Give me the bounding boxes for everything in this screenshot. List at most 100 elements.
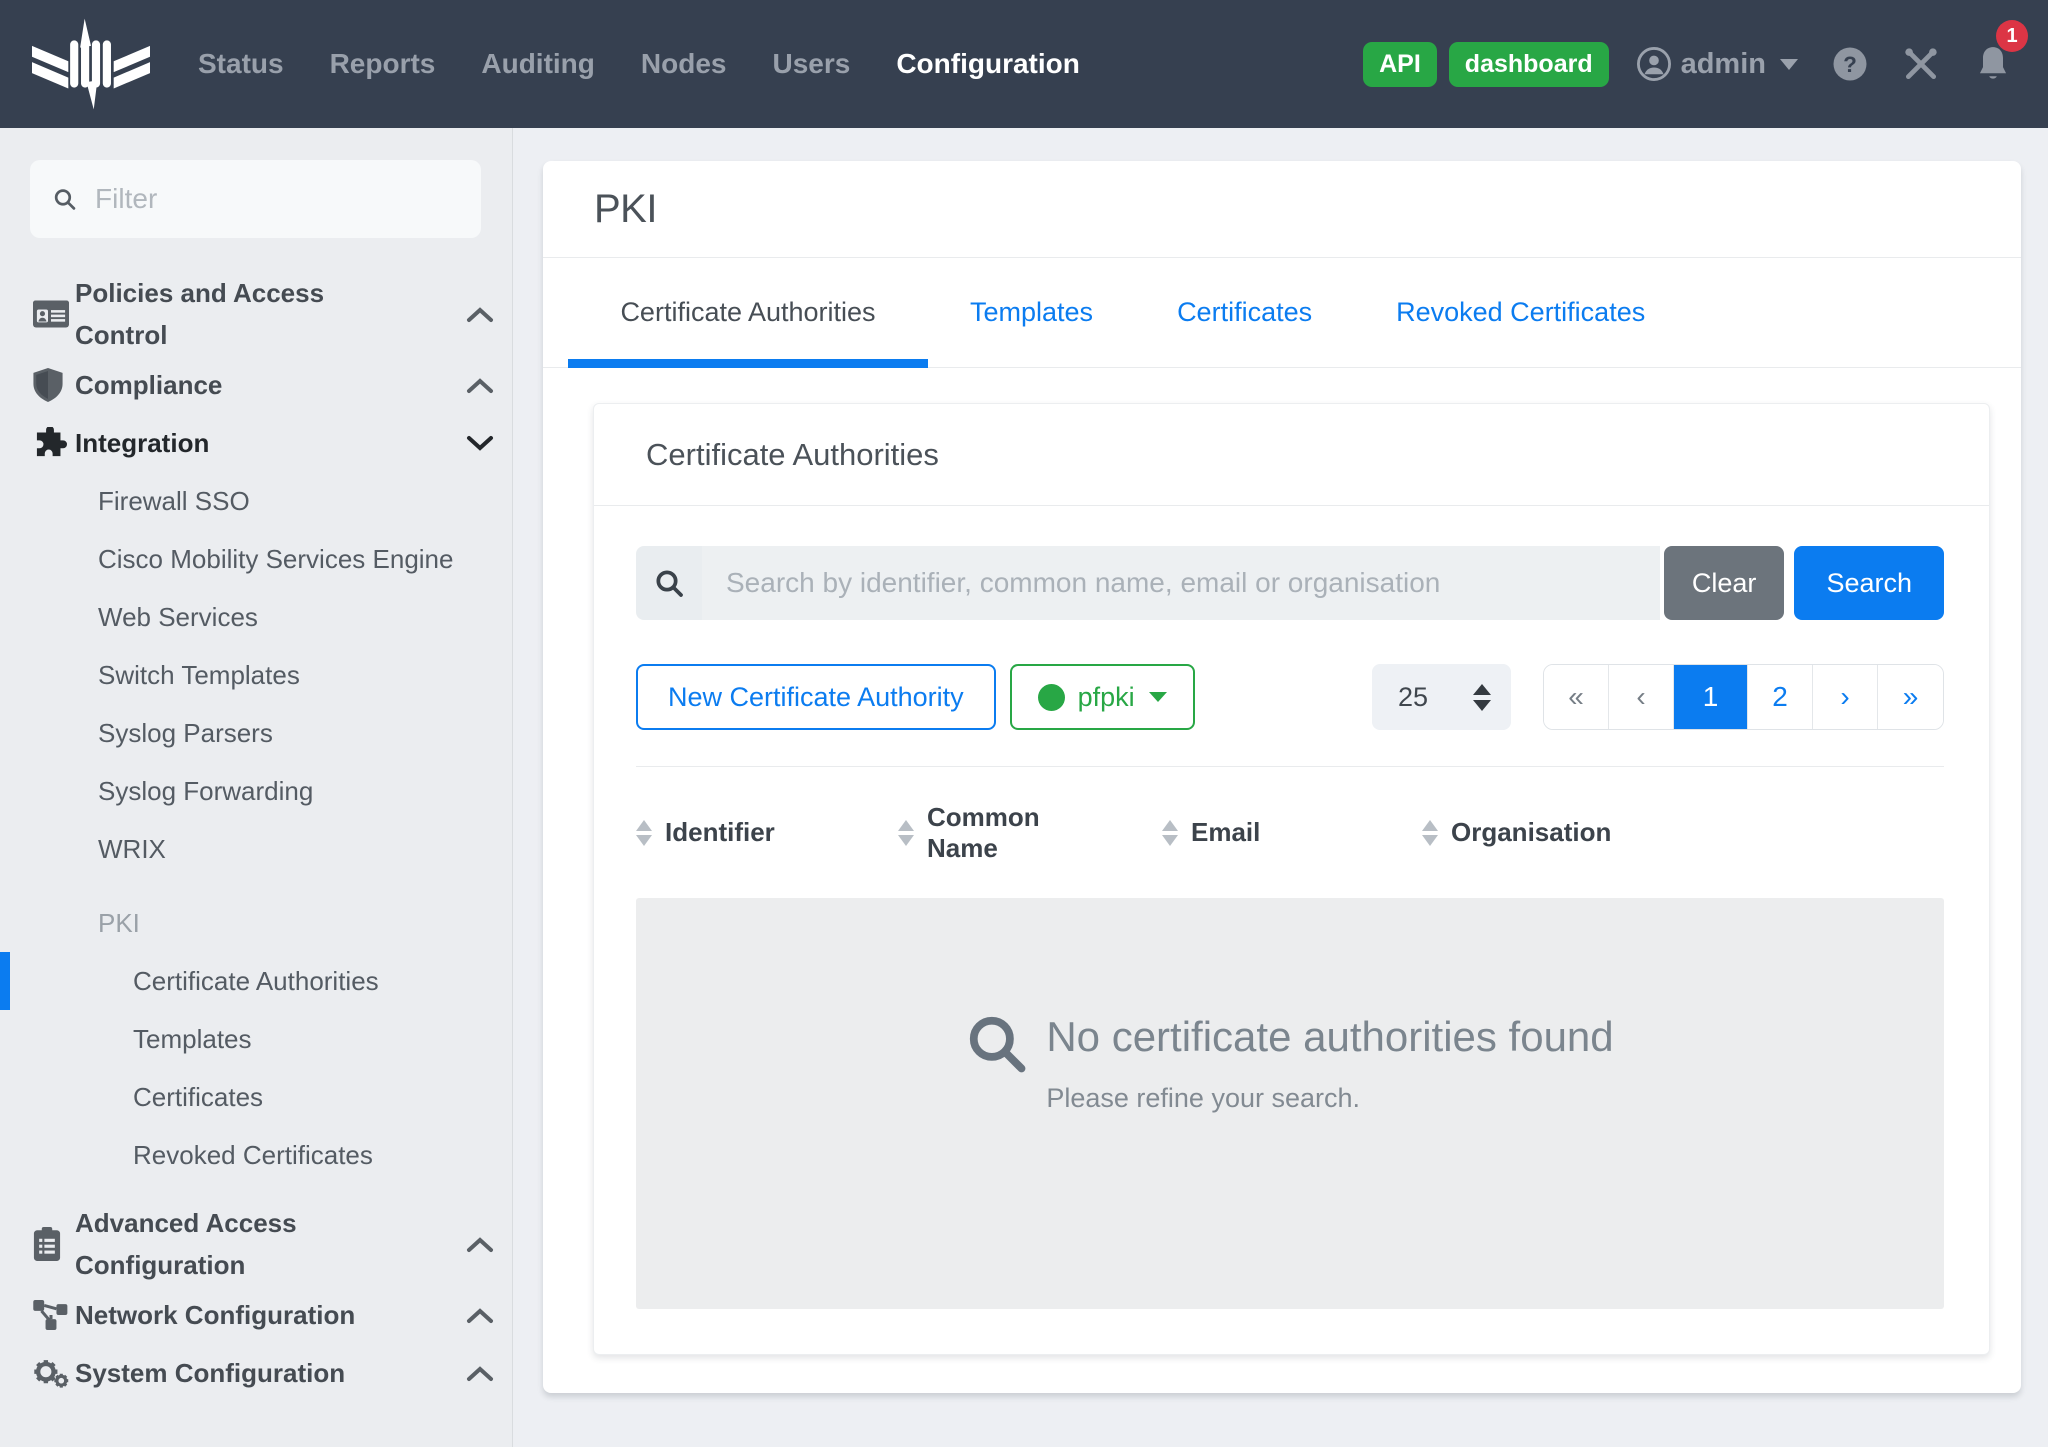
page-size-selector[interactable]: 25: [1372, 664, 1511, 730]
actions-row: New Certificate Authority pfpki 25: [636, 664, 1944, 730]
search-icon: [966, 1013, 1028, 1075]
empty-state-text: No certificate authorities found Please …: [1046, 1013, 1613, 1114]
chevron-down-icon: [1149, 692, 1167, 702]
user-menu[interactable]: admin: [1637, 47, 1798, 81]
search-icon: [653, 567, 685, 599]
empty-state: No certificate authorities found Please …: [636, 898, 1944, 1309]
sidebar-item-web-services[interactable]: Web Services: [0, 588, 512, 646]
search-input-group: [636, 546, 1660, 620]
new-certificate-authority-button[interactable]: New Certificate Authority: [636, 664, 996, 730]
pagination-first[interactable]: «: [1544, 665, 1609, 729]
sidebar-item-integration[interactable]: Integration: [0, 414, 512, 472]
sidebar-item-system-configuration[interactable]: System Configuration: [0, 1344, 512, 1402]
app: Status Reports Auditing Nodes Users Conf…: [0, 0, 2048, 1447]
svg-text:?: ?: [1843, 52, 1857, 77]
search-icon-box: [636, 546, 702, 620]
empty-state-content: No certificate authorities found Please …: [966, 1013, 1613, 1114]
shield-icon: [33, 368, 75, 402]
clear-button[interactable]: Clear: [1664, 546, 1785, 620]
column-header-identifier[interactable]: Identifier: [636, 817, 898, 848]
sidebar-group-pki[interactable]: PKI: [0, 894, 512, 952]
sidebar-item-label: Compliance: [75, 364, 236, 406]
content: Policies and Access Control Compliance: [0, 128, 2048, 1447]
username: admin: [1681, 48, 1766, 81]
sidebar-item-pki-certificates[interactable]: Certificates: [0, 1068, 512, 1126]
sidebar-item-label: Policies and Access Control: [75, 272, 375, 356]
sidebar-item-label: Network Configuration: [75, 1294, 369, 1336]
sidebar-item-policies-access-control[interactable]: Policies and Access Control: [0, 272, 512, 356]
sitemap-icon: [33, 1300, 75, 1330]
sidebar-item-certificate-authorities[interactable]: Certificate Authorities: [0, 952, 512, 1010]
nav-item-auditing[interactable]: Auditing: [481, 48, 595, 80]
pki-card: PKI Certificate Authorities Templates Ce…: [543, 161, 2021, 1393]
nav-item-users[interactable]: Users: [772, 48, 850, 80]
tools-button[interactable]: [1902, 45, 1940, 83]
panel-body: Clear Search New Certificate Authority p…: [594, 506, 1989, 1354]
search-button[interactable]: Search: [1794, 546, 1944, 620]
tab-revoked-certificates[interactable]: Revoked Certificates: [1354, 258, 1687, 367]
sidebar-item-network-configuration[interactable]: Network Configuration: [0, 1286, 512, 1344]
puzzle-icon: [33, 427, 75, 459]
column-header-email[interactable]: Email: [1162, 817, 1422, 848]
id-card-icon: [33, 299, 75, 329]
column-header-organisation[interactable]: Organisation: [1422, 817, 1944, 848]
search-row: Clear Search: [636, 546, 1944, 620]
pagination-last[interactable]: »: [1878, 665, 1943, 729]
page-header: PKI: [543, 161, 2021, 258]
help-icon: ?: [1832, 46, 1868, 82]
sidebar: Policies and Access Control Compliance: [0, 128, 513, 1447]
panel-header: Certificate Authorities: [594, 404, 1989, 506]
gears-icon: [33, 1357, 75, 1389]
notifications-button[interactable]: 1: [1974, 44, 2012, 84]
help-button[interactable]: ?: [1832, 46, 1868, 82]
sidebar-item-label: Advanced Access Configuration: [75, 1202, 375, 1286]
sidebar-item-syslog-parsers[interactable]: Syslog Parsers: [0, 704, 512, 762]
sidebar-item-pki-templates[interactable]: Templates: [0, 1010, 512, 1068]
packetfence-logo-icon: [32, 18, 150, 110]
pagination-next[interactable]: ›: [1813, 665, 1878, 729]
sidebar-item-pki-revoked-certificates[interactable]: Revoked Certificates: [0, 1126, 512, 1184]
panel-title: Certificate Authorities: [646, 437, 939, 473]
list-controls: 25 « ‹ 1 2: [1372, 664, 1944, 730]
sidebar-filter: [30, 160, 481, 238]
sidebar-item-compliance[interactable]: Compliance: [0, 356, 512, 414]
empty-state-subtitle: Please refine your search.: [1046, 1083, 1613, 1114]
table-header: Identifier Common Name Email: [636, 767, 1944, 898]
sidebar-item-advanced-access-configuration[interactable]: Advanced Access Configuration: [0, 1202, 512, 1286]
chevron-down-icon: [1780, 59, 1798, 70]
packetfence-logo[interactable]: [30, 16, 152, 112]
sidebar-item-wrix[interactable]: WRIX: [0, 820, 512, 878]
clipboard-icon: [33, 1227, 75, 1261]
dashboard-badge[interactable]: dashboard: [1449, 42, 1609, 87]
pagination-prev[interactable]: ‹: [1609, 665, 1674, 729]
sidebar-item-firewall-sso[interactable]: Firewall SSO: [0, 472, 512, 530]
sidebar-item-switch-templates[interactable]: Switch Templates: [0, 646, 512, 704]
column-header-common-name[interactable]: Common Name: [898, 802, 1162, 864]
chevron-down-icon: [466, 435, 494, 452]
page-title: PKI: [594, 187, 657, 232]
nav-item-nodes[interactable]: Nodes: [641, 48, 727, 80]
search-icon: [52, 185, 77, 213]
top-navbar: Status Reports Auditing Nodes Users Conf…: [0, 0, 2048, 128]
pagination-page-2[interactable]: 2: [1748, 665, 1813, 729]
tab-templates[interactable]: Templates: [928, 258, 1135, 367]
api-badge[interactable]: API: [1363, 42, 1437, 87]
nav-item-status[interactable]: Status: [198, 48, 284, 80]
tab-certificates[interactable]: Certificates: [1135, 258, 1354, 367]
profile-dropdown[interactable]: pfpki: [1010, 664, 1195, 730]
pagination-page-1[interactable]: 1: [1674, 665, 1748, 729]
search-input[interactable]: [702, 546, 1660, 620]
sidebar-item-cisco-mobility-services-engine[interactable]: Cisco Mobility Services Engine: [0, 530, 512, 588]
nav-item-configuration[interactable]: Configuration: [896, 48, 1080, 80]
main-nav: Status Reports Auditing Nodes Users Conf…: [198, 48, 1126, 80]
sidebar-filter-input[interactable]: [95, 183, 459, 215]
nav-item-reports[interactable]: Reports: [330, 48, 436, 80]
tab-certificate-authorities[interactable]: Certificate Authorities: [568, 258, 928, 367]
empty-state-title: No certificate authorities found: [1046, 1013, 1613, 1061]
page-size-value: 25: [1398, 682, 1428, 713]
main-area: PKI Certificate Authorities Templates Ce…: [513, 128, 2048, 1447]
chevron-up-icon: [466, 1236, 494, 1253]
sort-icon: [636, 820, 652, 846]
sort-icon: [1162, 820, 1178, 846]
sidebar-item-syslog-forwarding[interactable]: Syslog Forwarding: [0, 762, 512, 820]
